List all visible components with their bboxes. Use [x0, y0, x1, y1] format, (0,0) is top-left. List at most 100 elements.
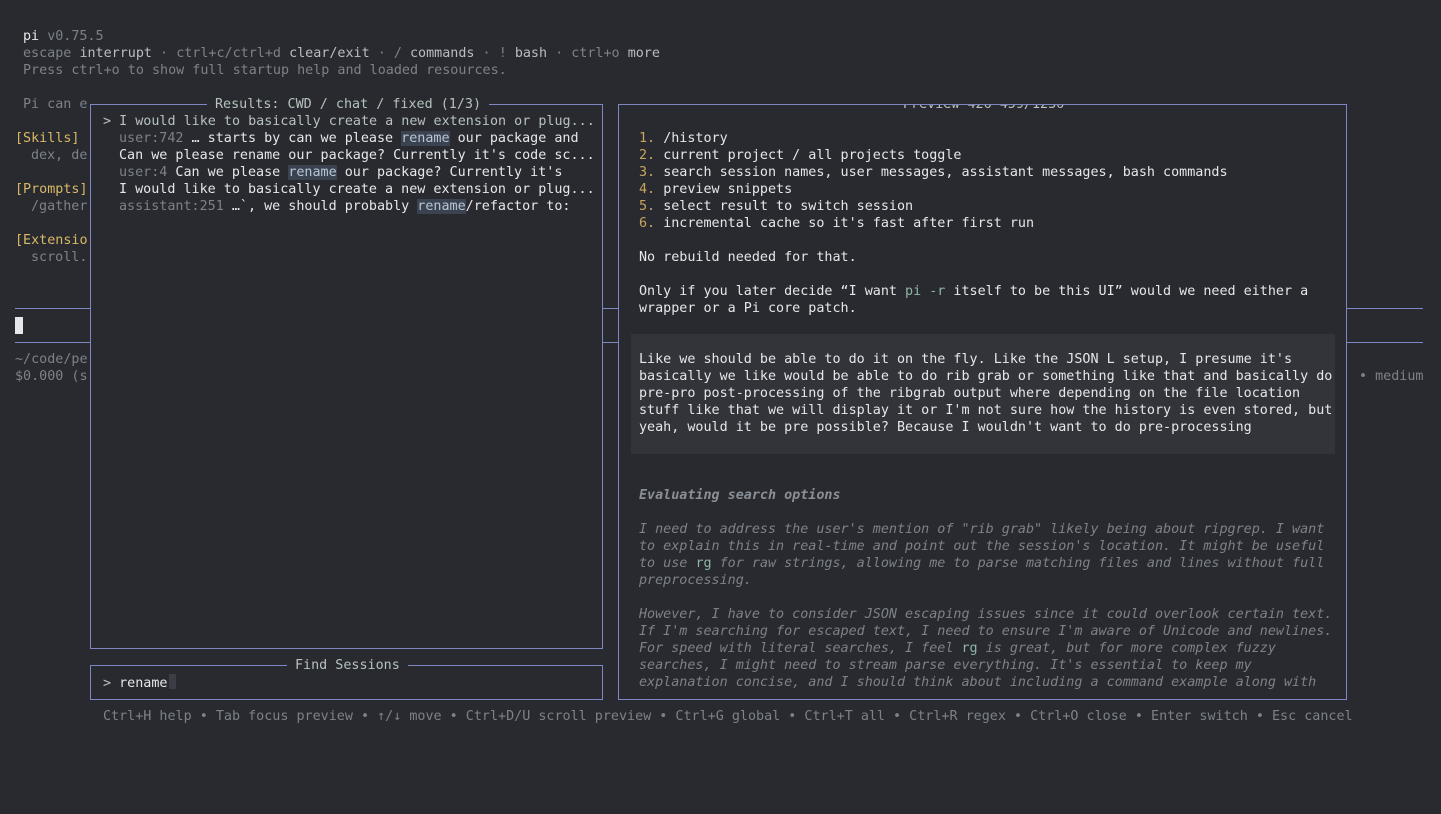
list-number: 6.	[639, 216, 656, 231]
result-text: our package? Currently it's	[336, 165, 563, 180]
thinking-line: to use rg for raw strings, allowing me t…	[639, 555, 1324, 572]
preview-panel[interactable]: Preview 426-459/1236 1. /history 2. curr…	[618, 104, 1347, 700]
user-message-line: Like we should be able to do it on the f…	[639, 352, 1293, 367]
list-item: 1. /history	[639, 130, 728, 147]
results-panel: Results: CWD / chat / fixed (1/3) > I wo…	[90, 96, 603, 649]
thinking-line: If I'm searching for escaped text, I nee…	[639, 624, 1333, 639]
hint-desc: more	[627, 46, 660, 61]
skills-label: [Skills]	[15, 131, 80, 146]
list-item: 2. current project / all projects toggle	[639, 147, 961, 164]
match-highlight: rename	[417, 199, 466, 214]
text-segment: for raw strings, allowing me to parse ma…	[711, 556, 1325, 571]
search-input[interactable]: > rename	[103, 674, 176, 692]
list-text: current project / all projects toggle	[663, 148, 962, 163]
pi-can-text: Pi can e	[23, 97, 88, 112]
thinking-line: However, I have to consider JSON escapin…	[639, 607, 1333, 622]
list-text: incremental cache so it's fast after fir…	[663, 216, 1035, 231]
hint-desc: commands	[410, 46, 475, 61]
only-if-text-line2: wrapper or a Pi core patch.	[639, 301, 857, 316]
result-row[interactable]: > I would like to basically create a new…	[103, 113, 595, 130]
app-header: pi v0.75.5	[23, 28, 104, 45]
keyboard-help-footer: Ctrl+H help • Tab focus preview • ↑/↓ mo…	[103, 709, 1353, 724]
find-sessions-title: Find Sessions	[287, 657, 408, 674]
result-row[interactable]: user:4 Can we please rename our package?…	[119, 164, 562, 181]
result-text: Can we please	[167, 165, 289, 180]
cwd-path: ~/code/pe	[15, 352, 88, 367]
match-highlight: rename	[401, 131, 450, 146]
result-text: … starts by can we please	[183, 131, 402, 146]
thinking-line: searches, I might need to stream parse e…	[639, 658, 1252, 673]
hint-desc: clear/exit	[289, 46, 370, 61]
result-text: …`, we should probably	[223, 199, 418, 214]
app-version: v0.75.5	[47, 29, 104, 44]
selection-indicator: >	[103, 114, 112, 129]
extensions-label: [Extensio	[15, 233, 88, 248]
thinking-line: For speed with literal searches, I feel …	[639, 640, 1276, 657]
preview-title: Preview 426-459/1236	[895, 105, 1073, 113]
user-message-line: pre-pro post-processing of the ribgrab o…	[639, 386, 1301, 401]
find-sessions-panel: Find Sessions > rename	[90, 657, 603, 700]
match-highlight: rename	[288, 165, 337, 180]
list-item: 6. incremental cache so it's fast after …	[639, 215, 1034, 232]
extensions-items: scroll.	[31, 250, 88, 265]
hint-desc: interrupt	[79, 46, 152, 61]
result-row[interactable]: I would like to basically create a new e…	[119, 181, 595, 198]
list-number: 4.	[639, 182, 656, 197]
list-text: search session names, user messages, ass…	[663, 165, 1228, 180]
inline-code: rg	[961, 641, 978, 656]
startup-hint: Press ctrl+o to show full startup help a…	[23, 63, 507, 78]
app-name: pi	[23, 29, 40, 44]
hint-key: !	[498, 46, 507, 61]
list-text: /history	[663, 131, 728, 146]
results-title: Results: CWD / chat / fixed (1/3)	[207, 96, 490, 113]
list-item: 5. select result to switch session	[639, 198, 913, 215]
user-message-line: stuff like that we will display it or I'…	[639, 403, 1333, 418]
result-text: I would like to basically create a new e…	[119, 182, 595, 197]
inline-code: rg	[695, 556, 712, 571]
text-segment: For speed with literal searches, I feel	[639, 641, 962, 656]
result-tag: assistant:251	[119, 199, 224, 214]
result-text: Can we please rename our package? Curren…	[119, 148, 595, 163]
thinking-line: I need to address the user's mention of …	[639, 522, 1325, 537]
keybinding-hints: escape interrupt · ctrl+c/ctrl+d clear/e…	[23, 46, 660, 61]
skills-items: dex, de	[31, 148, 88, 163]
list-number: 2.	[639, 148, 656, 163]
thinking-line: preprocessing.	[639, 573, 752, 588]
user-message-line: basically we like would be able to do ri…	[639, 369, 1333, 384]
hint-key: ctrl+c/ctrl+d	[176, 46, 281, 61]
text-segment: is great, but for more complex fuzzy	[977, 641, 1276, 656]
result-tag: user:742	[119, 131, 184, 146]
list-number: 3.	[639, 165, 656, 180]
thinking-line: explanation concise, and I should think …	[639, 675, 1317, 690]
result-tag: user:4	[119, 165, 168, 180]
search-query: rename	[119, 676, 168, 691]
hint-key: ctrl+o	[571, 46, 620, 61]
prompts-label: [Prompts]	[15, 182, 88, 197]
list-item: 4. preview snippets	[639, 181, 792, 198]
thinking-title: Evaluating search options	[639, 488, 841, 503]
input-caret	[168, 674, 176, 689]
editor-cursor[interactable]	[15, 317, 23, 334]
text-segment: to use	[639, 556, 696, 571]
result-text: our package and	[449, 131, 579, 146]
no-rebuild-text: No rebuild needed for that.	[639, 250, 857, 265]
result-text: /refactor to:	[465, 199, 571, 214]
user-message-line: yeah, would it be pre possible? Because …	[639, 420, 1252, 435]
text-segment: itself to be this UI” would we need eith…	[945, 284, 1309, 299]
prompts-items: /gather	[31, 199, 88, 214]
result-row[interactable]: assistant:251 …`, we should probably ren…	[119, 198, 570, 215]
only-if-text: Only if you later decide “I want pi -r i…	[639, 283, 1308, 300]
thinking-line: to explain this in real-time and point o…	[639, 539, 1325, 554]
result-row[interactable]: user:742 … starts by can we please renam…	[119, 130, 579, 147]
inline-code: pi -r	[905, 284, 946, 299]
model-level: • medium	[1359, 369, 1424, 384]
hint-key: /	[393, 46, 402, 61]
hint-key: escape	[23, 46, 72, 61]
text-segment: Only if you later decide “I want	[639, 284, 906, 299]
list-number: 5.	[639, 199, 656, 214]
result-text: I would like to basically create a new e…	[119, 114, 595, 129]
list-item: 3. search session names, user messages, …	[639, 164, 1228, 181]
result-row[interactable]: Can we please rename our package? Curren…	[119, 147, 595, 164]
cost-status: $0.000 (s	[15, 369, 88, 384]
list-text: preview snippets	[663, 182, 793, 197]
